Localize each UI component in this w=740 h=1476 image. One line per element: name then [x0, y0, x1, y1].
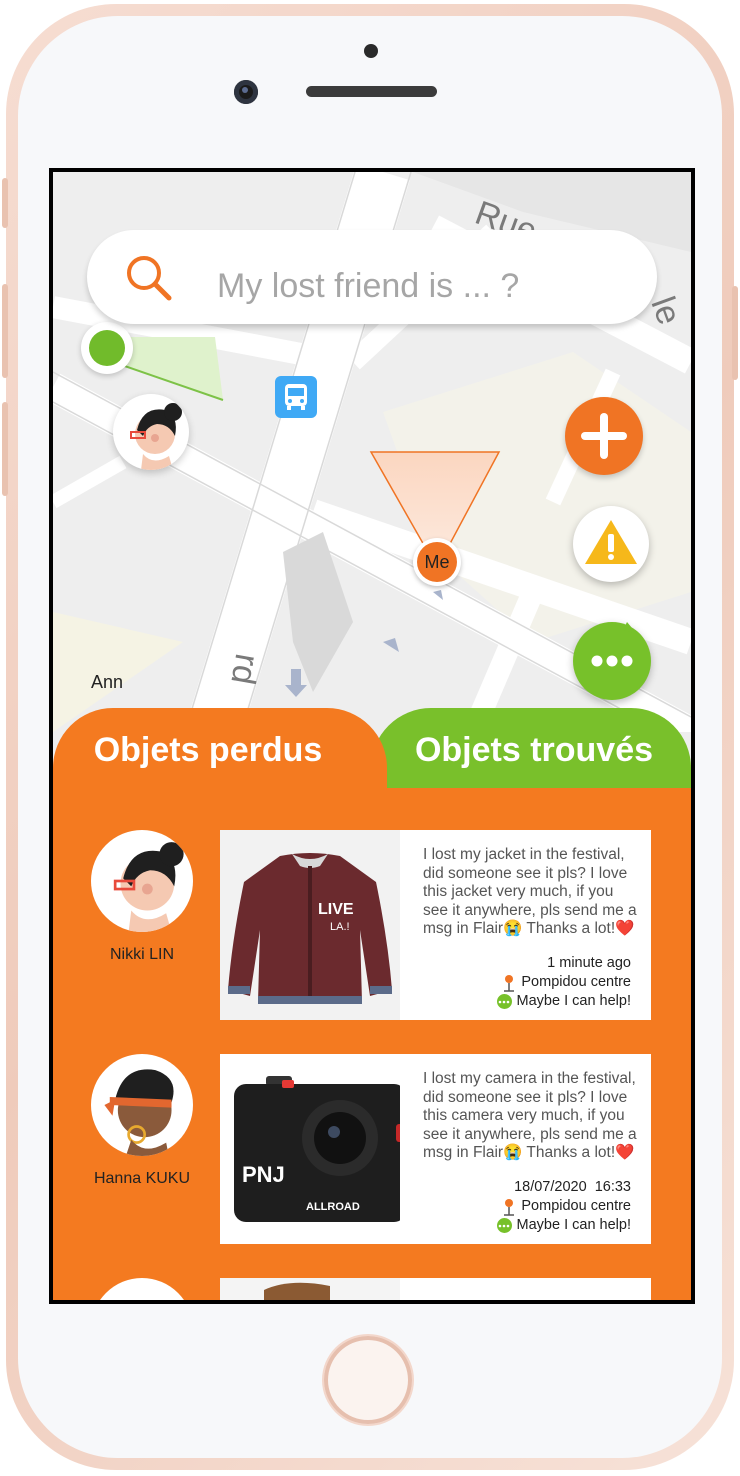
svg-text:LA.!: LA.!	[330, 921, 350, 933]
my-location-marker[interactable]: Me	[413, 538, 461, 586]
search-input[interactable]: My lost friend is ... ?	[217, 230, 519, 324]
power-button	[732, 286, 738, 380]
proximity-sensor	[364, 44, 378, 58]
item-image	[220, 1278, 400, 1300]
location-pin-icon	[504, 974, 515, 992]
volume-up-button	[2, 284, 8, 378]
chat-bubble-icon	[591, 622, 637, 667]
avatar[interactable]	[91, 1054, 193, 1156]
location-pin-icon	[504, 1198, 515, 1216]
user-name: Hanna KUKU	[93, 1170, 191, 1187]
search-bar[interactable]: My lost friend is ... ?	[87, 230, 657, 324]
camera-image: PNJ ALLROAD	[220, 1054, 400, 1244]
friend-name-label: Ann	[91, 672, 124, 692]
list-item[interactable]	[53, 1278, 691, 1300]
help-link[interactable]: Maybe I can help!	[496, 992, 631, 1011]
friend-avatar[interactable]	[113, 394, 189, 470]
category-tabs: Objets trouvés Objets perdus	[53, 708, 691, 798]
tab-found-objects[interactable]: Objets trouvés	[371, 708, 691, 792]
tab-lost-objects[interactable]: Objets perdus	[53, 708, 387, 798]
friend-location-marker[interactable]	[81, 322, 133, 374]
location-row: Pompidou centre	[497, 1197, 631, 1216]
mute-switch	[2, 178, 8, 228]
post-card[interactable]	[220, 1278, 651, 1300]
svg-text:ALLROAD: ALLROAD	[306, 1201, 360, 1213]
post-card[interactable]: PNJ ALLROAD I lost my camera in the fest…	[220, 1054, 651, 1244]
front-camera	[234, 80, 258, 104]
me-label: Me	[417, 542, 457, 582]
chat-button[interactable]	[573, 622, 651, 700]
bus-stop-icon[interactable]	[275, 376, 317, 418]
avatar[interactable]	[91, 830, 193, 932]
svg-text:PNJ: PNJ	[242, 1162, 285, 1187]
post-time: 18/07/2020 16:33	[514, 1179, 631, 1195]
earpiece-speaker	[306, 86, 437, 97]
volume-down-button	[2, 402, 8, 496]
post-meta: 1 minute ago Pompidou centre Maybe I can…	[496, 954, 631, 1011]
list-item[interactable]: Hanna KUKU PNJ ALLROAD I lost my camera …	[53, 1054, 691, 1244]
search-icon	[127, 256, 172, 301]
lost-objects-list[interactable]: Nikki LIN LIVE LA.! I lost my jacket in …	[53, 788, 691, 1300]
help-link[interactable]: Maybe I can help!	[496, 1216, 631, 1235]
plus-icon	[581, 413, 627, 459]
home-button[interactable]	[324, 1336, 412, 1424]
add-button[interactable]	[565, 397, 643, 475]
jacket-image: LIVE LA.!	[220, 830, 400, 1020]
list-item[interactable]: Nikki LIN LIVE LA.! I lost my jacket in …	[53, 830, 691, 1020]
post-description: I lost my camera in the festival, did so…	[423, 1070, 637, 1161]
post-meta: 18/07/2020 16:33 Pompidou centre Maybe I…	[496, 1178, 631, 1235]
alert-button[interactable]	[573, 506, 649, 582]
location-row: Pompidou centre	[497, 973, 631, 992]
chat-dots-icon	[496, 994, 512, 1009]
warning-icon	[585, 520, 637, 564]
app-viewport: Rue le rd Me Ann My lost friend is ... ?…	[53, 172, 691, 1300]
user-name: Nikki LIN	[109, 946, 174, 963]
chat-dots-icon	[496, 1218, 512, 1233]
avatar[interactable]	[91, 1278, 193, 1300]
svg-text:LIVE: LIVE	[318, 901, 354, 918]
post-card[interactable]: LIVE LA.! I lost my jacket in the festiv…	[220, 830, 651, 1020]
post-time: 1 minute ago	[547, 955, 631, 971]
post-description: I lost my jacket in the festival, did so…	[423, 846, 637, 937]
screen: Rue le rd Me Ann My lost friend is ... ?…	[49, 168, 695, 1304]
